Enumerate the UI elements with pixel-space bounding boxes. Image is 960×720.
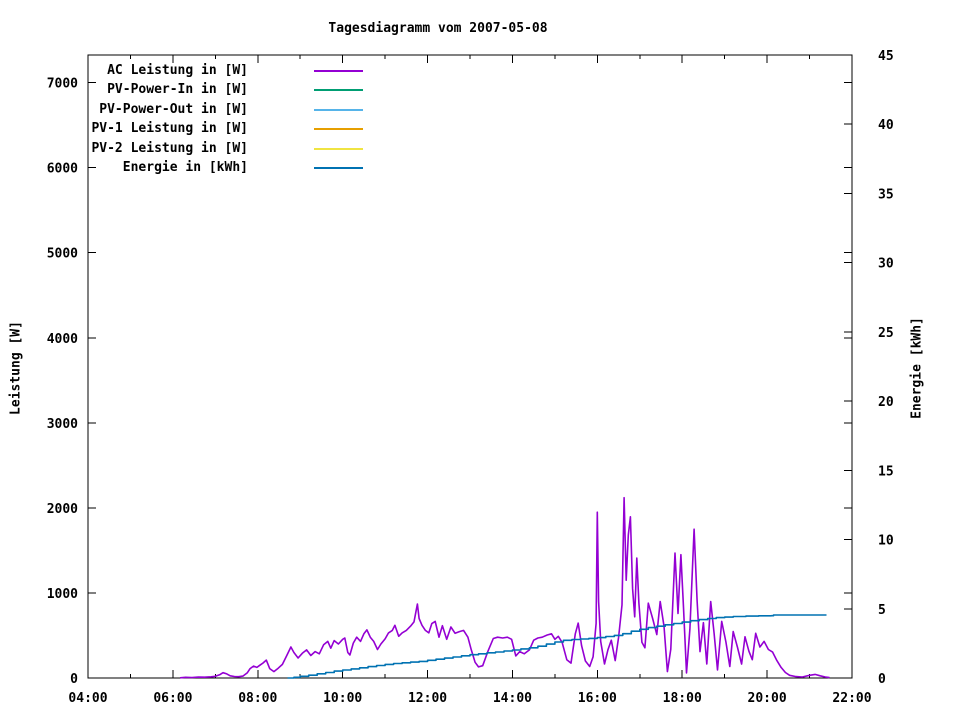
y-right-tick-label: 5	[878, 603, 886, 618]
legend-item-pv-power-in: PV-Power-In in [W]	[48, 80, 364, 99]
y-left-tick-label: 2000	[47, 502, 78, 517]
chart-title: Tagesdiagramm vom 2007-05-08	[328, 21, 547, 36]
x-tick-label: 18:00	[663, 691, 702, 706]
legend-swatch-pv-1-leistung	[314, 128, 363, 130]
x-tick-label: 14:00	[493, 691, 532, 706]
legend-item-ac-leistung: AC Leistung in [W]	[48, 61, 364, 80]
legend-swatch-pv-power-in	[314, 89, 363, 91]
legend-swatch-pv-2-leistung	[314, 148, 363, 150]
series-energie	[288, 615, 827, 678]
legend-label: AC Leistung in [W]	[48, 61, 248, 80]
legend-item-pv-1-leistung: PV-1 Leistung in [W]	[48, 119, 364, 138]
y-right-tick-label: 25	[878, 326, 894, 341]
legend-swatch-energie	[314, 167, 363, 169]
y-right-tick-label: 30	[878, 257, 894, 272]
legend-label: PV-2 Leistung in [W]	[48, 139, 248, 158]
y-right-tick-label: 45	[878, 49, 894, 64]
x-tick-label: 06:00	[153, 691, 192, 706]
x-tick-label: 20:00	[748, 691, 787, 706]
y-left-tick-label: 5000	[47, 247, 78, 262]
legend-item-energie: Energie in [kWh]	[48, 158, 364, 177]
legend-label: Energie in [kWh]	[48, 158, 248, 177]
legend-swatch-pv-power-out	[314, 109, 363, 111]
y-right-tick-label: 10	[878, 534, 894, 549]
x-tick-label: 04:00	[68, 691, 107, 706]
y-left-tick-label: 0	[70, 672, 78, 687]
y-left-tick-label: 4000	[47, 332, 78, 347]
legend: AC Leistung in [W]PV-Power-In in [W]PV-P…	[48, 61, 364, 177]
chart-page: { "chart_data": { "type": "line", "title…	[0, 0, 960, 720]
y-right-tick-label: 15	[878, 464, 894, 479]
y2-axis-label: Energie [kWh]	[910, 317, 925, 419]
legend-label: PV-Power-Out in [W]	[48, 100, 248, 119]
y-left-tick-label: 3000	[47, 417, 78, 432]
x-tick-label: 08:00	[238, 691, 277, 706]
x-tick-label: 16:00	[578, 691, 617, 706]
legend-label: PV-Power-In in [W]	[48, 80, 248, 99]
y-axis-label: Leistung [W]	[9, 321, 24, 415]
y-right-tick-label: 40	[878, 118, 894, 133]
x-tick-label: 22:00	[832, 691, 871, 706]
legend-swatch-ac-leistung	[314, 70, 363, 72]
legend-label: PV-1 Leistung in [W]	[48, 119, 248, 138]
y-right-tick-label: 35	[878, 187, 894, 202]
y-left-tick-label: 1000	[47, 587, 78, 602]
x-tick-label: 12:00	[408, 691, 447, 706]
x-tick-label: 10:00	[323, 691, 362, 706]
y-right-tick-label: 0	[878, 672, 886, 687]
legend-item-pv-2-leistung: PV-2 Leistung in [W]	[48, 139, 364, 158]
legend-item-pv-power-out: PV-Power-Out in [W]	[48, 100, 364, 119]
y-right-tick-label: 20	[878, 395, 894, 410]
data-series	[180, 498, 829, 678]
